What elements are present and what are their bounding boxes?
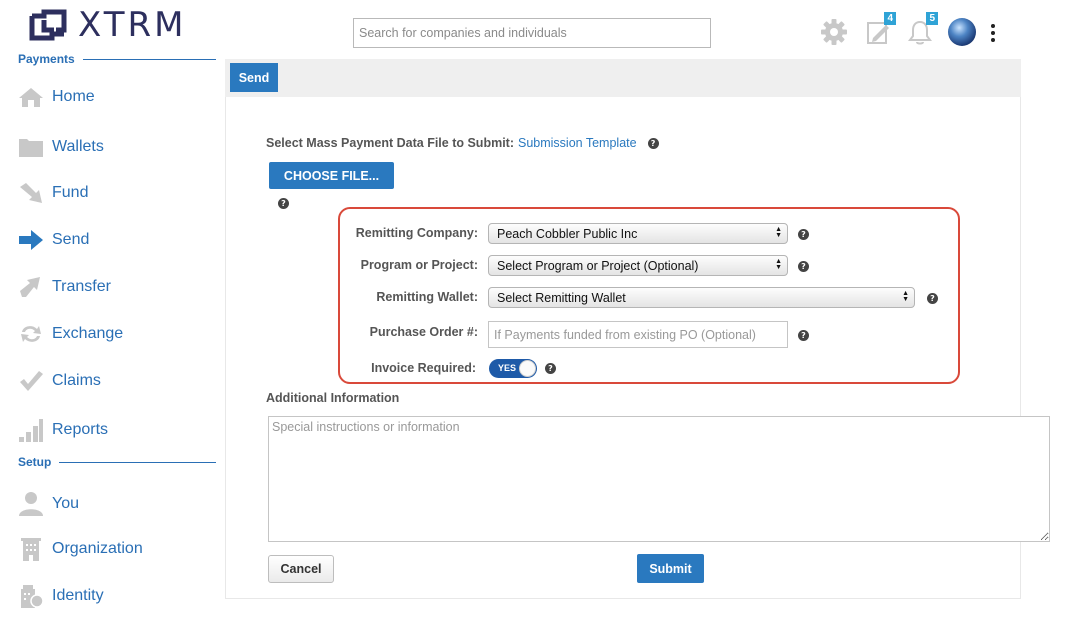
remitting-company-select[interactable]: Peach Cobbler Public Inc ▲ ▼ [488,223,788,244]
sidebar-item-organization[interactable]: Organization [18,533,218,565]
identity-icon [18,583,44,609]
kebab-menu-icon[interactable] [984,20,1002,46]
tab-bar [225,59,1021,97]
help-icon[interactable]: ? [927,293,938,304]
help-icon[interactable]: ? [798,330,809,341]
sidebar-item-exchange[interactable]: Exchange [18,318,218,350]
select-arrows-icon: ▲ ▼ [775,258,782,271]
sidebar-item-label: Claims [52,372,101,389]
sidebar-item-send[interactable]: Send [18,224,218,256]
sidebar-item-you[interactable]: You [18,488,218,520]
fund-arrow-icon [18,180,44,206]
sidebar-item-label: Wallets [52,138,104,155]
xtrm-logo[interactable]: XTRM [28,6,186,44]
search-input[interactable] [353,18,711,48]
program-project-label: Program or Project: [360,258,478,272]
help-icon[interactable]: ? [545,363,556,374]
sidebar-item-wallets[interactable]: Wallets [18,131,218,163]
gear-icon[interactable] [818,16,850,48]
logo-text: XTRM [78,5,187,45]
sidebar-item-label: Exchange [52,325,124,342]
sidebar-item-label: Organization [52,540,143,557]
select-arrows-icon: ▲ ▼ [775,226,782,239]
select-file-label: Select Mass Payment Data File to Submit: [266,136,514,150]
edit-note-icon[interactable]: 4 [862,12,896,48]
logo-mark-icon [29,9,67,41]
exchange-icon [18,321,44,347]
sidebar-item-identity[interactable]: Identity [18,580,218,612]
purchase-order-label: Purchase Order #: [369,325,478,339]
purchase-order-input[interactable] [488,321,788,348]
sidebar-item-home[interactable]: Home [18,81,218,113]
avatar[interactable] [948,18,976,46]
remitting-company-label: Remitting Company: [355,226,478,240]
edit-badge: 4 [884,12,896,25]
remitting-wallet-label: Remitting Wallet: [376,290,478,304]
sidebar-item-label: Reports [52,421,109,438]
sidebar-item-label: Fund [52,184,89,201]
sidebar-item-label: Identity [52,587,104,604]
payments-section-label: Payments [18,52,216,66]
invoice-required-label: Invoice Required: [371,361,476,375]
help-icon[interactable]: ? [647,137,659,149]
sidebar-item-reports[interactable]: Reports [18,414,218,446]
select-arrows-icon: ▲ ▼ [902,290,909,303]
setup-section-label: Setup [18,455,216,469]
tab-send[interactable]: Send [230,63,278,92]
home-icon [18,84,44,110]
sidebar-item-fund[interactable]: Fund [18,177,218,209]
notification-badge: 5 [926,12,938,25]
sidebar-item-claims[interactable]: Claims [18,365,218,397]
send-arrow-icon [18,227,44,253]
folder-icon [18,134,44,160]
cancel-button[interactable]: Cancel [268,555,334,583]
submit-button[interactable]: Submit [637,554,704,583]
help-icon[interactable]: ? [798,229,809,240]
sidebar-item-label: Send [52,231,90,248]
toggle-knob [519,360,536,377]
help-icon[interactable]: ? [798,261,809,272]
building-icon [18,536,44,562]
invoice-required-toggle[interactable]: YES [489,359,537,378]
bell-icon[interactable]: 5 [904,12,938,48]
sidebar-item-label: You [52,495,79,512]
additional-info-textarea[interactable] [268,416,1050,542]
bar-chart-icon [18,417,44,443]
remitting-wallet-select[interactable]: Select Remitting Wallet ▲ ▼ [488,287,915,308]
sidebar-item-label: Transfer [52,278,111,295]
person-icon [18,491,44,517]
transfer-arrow-icon [18,274,44,300]
checkmark-icon [18,368,44,394]
program-project-select[interactable]: Select Program or Project (Optional) ▲ ▼ [488,255,788,276]
choose-file-button[interactable]: CHOOSE FILE... [269,162,394,189]
sidebar-item-transfer[interactable]: Transfer [18,271,218,303]
select-file-row: Select Mass Payment Data File to Submit:… [266,136,659,150]
help-icon[interactable]: ? [278,198,289,209]
additional-info-label: Additional Information [266,391,400,405]
submission-template-link[interactable]: Submission Template [518,136,637,150]
sidebar-item-label: Home [52,88,95,105]
